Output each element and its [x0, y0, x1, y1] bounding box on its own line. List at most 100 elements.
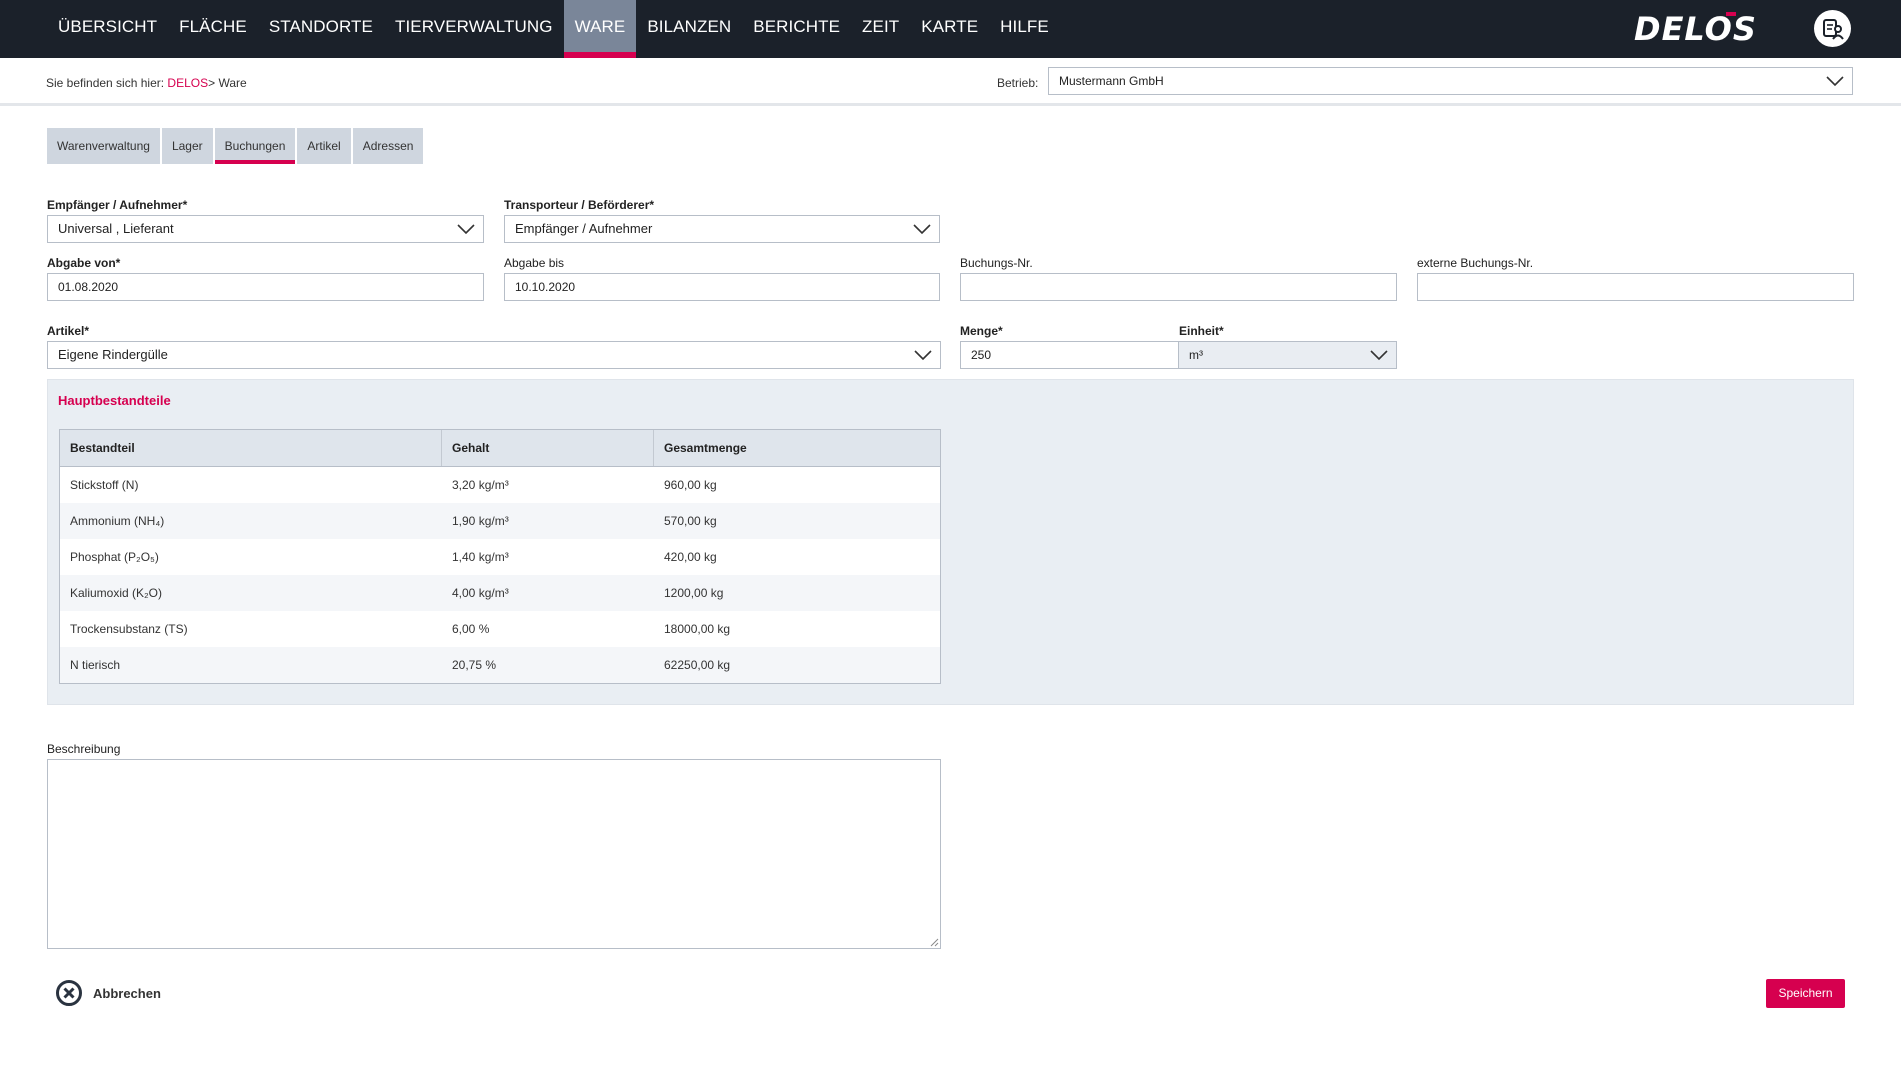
user-profile-button[interactable]	[1814, 10, 1851, 47]
abgabe-bis-input[interactable]: 10.10.2020	[504, 273, 940, 301]
externe-buchungs-nr-label: externe Buchungs-Nr.	[1417, 256, 1534, 270]
abgabe-von-input[interactable]: 01.08.2020	[47, 273, 484, 301]
cell-gesamtmenge: 420,00 kg	[664, 550, 717, 564]
transporteur-select[interactable]: Empfänger / Aufnehmer	[504, 215, 940, 243]
tab-artikel[interactable]: Artikel	[297, 128, 351, 164]
betrieb-value: Mustermann GmbH	[1059, 74, 1164, 88]
transporteur-label: Transporteur / Beförderer*	[504, 198, 655, 212]
nav-item-zeit[interactable]: ZEIT	[851, 0, 910, 58]
nav-item-uebersicht[interactable]: ÜBERSICHT	[47, 0, 168, 58]
cell-gehalt: 1,90 kg/m³	[452, 514, 509, 528]
nav-item-hilfe[interactable]: HILFE	[989, 0, 1060, 58]
chevron-down-icon	[457, 224, 475, 235]
nav-item-karte[interactable]: KARTE	[910, 0, 989, 58]
cell-gesamtmenge: 62250,00 kg	[664, 658, 731, 672]
cell-bestandteil: Stickstoff (N)	[70, 478, 139, 492]
nav-item-bilanzen[interactable]: BILANZEN	[636, 0, 742, 58]
cell-gehalt: 6,00 %	[452, 622, 490, 636]
betrieb-label: Betrieb:	[997, 76, 1039, 90]
cell-gehalt: 4,00 kg/m³	[452, 586, 509, 600]
tab-buchungen[interactable]: Buchungen	[214, 128, 296, 164]
tab-warenverwaltung[interactable]: Warenverwaltung	[47, 128, 160, 164]
table-row: Phosphat (P₂O₅) 1,40 kg/m³ 420,00 kg	[60, 539, 940, 575]
cell-gesamtmenge: 1200,00 kg	[664, 586, 724, 600]
breadcrumb-link-delos[interactable]: DELOS	[167, 76, 208, 90]
breadcrumb-separator: >	[208, 76, 216, 90]
chevron-down-icon	[1370, 350, 1388, 361]
chevron-down-icon	[914, 350, 932, 361]
main-menu: ÜBERSICHT FLÄCHE STANDORTE TIERVERWALTUN…	[47, 0, 1060, 58]
artikel-value: Eigene Rindergülle	[58, 347, 168, 362]
table-header: Bestandteil Gehalt Gesamtmenge	[60, 430, 940, 467]
column-header-gehalt[interactable]: Gehalt	[442, 430, 654, 466]
einheit-label: Einheit*	[1179, 324, 1224, 338]
hauptbestandteile-table: Bestandteil Gehalt Gesamtmenge Stickstof…	[59, 429, 941, 684]
chevron-down-icon	[913, 224, 931, 235]
abgabe-von-label: Abgabe von*	[47, 256, 121, 270]
cell-bestandteil: N tierisch	[70, 658, 121, 672]
empfaenger-label: Empfänger / Aufnehmer*	[47, 198, 188, 212]
save-button[interactable]: Speichern	[1766, 979, 1845, 1008]
cell-bestandteil: Phosphat (P₂O₅)	[70, 550, 159, 564]
table-row: Ammonium (NH₄) 1,90 kg/m³ 570,00 kg	[60, 503, 940, 539]
tab-lager[interactable]: Lager	[161, 128, 213, 164]
beschreibung-label: Beschreibung	[47, 742, 121, 756]
cell-bestandteil: Trockensubstanz (TS)	[70, 622, 188, 636]
beschreibung-textarea[interactable]	[47, 759, 941, 949]
buchungs-nr-input[interactable]	[960, 273, 1397, 301]
empfaenger-select[interactable]: Universal , Lieferant	[47, 215, 484, 243]
cell-bestandteil: Ammonium (NH₄)	[70, 514, 165, 528]
einheit-select[interactable]: m³	[1178, 341, 1397, 369]
cell-gehalt: 1,40 kg/m³	[452, 550, 509, 564]
cell-gesamtmenge: 18000,00 kg	[664, 622, 731, 636]
user-profile-icon	[1822, 18, 1844, 40]
table-row: Trockensubstanz (TS) 6,00 % 18000,00 kg	[60, 611, 940, 647]
cell-gehalt: 20,75 %	[452, 658, 497, 672]
delos-logo[interactable]: DELOS	[1634, 10, 1790, 46]
tab-adressen[interactable]: Adressen	[352, 128, 424, 164]
abgabe-bis-value: 10.10.2020	[515, 280, 576, 294]
abgabe-von-value: 01.08.2020	[58, 280, 119, 294]
table-row: Kaliumoxid (K₂O) 4,00 kg/m³ 1200,00 kg	[60, 575, 940, 611]
empfaenger-value: Universal , Lieferant	[58, 221, 174, 236]
cell-bestandteil: Kaliumoxid (K₂O)	[70, 586, 163, 600]
chevron-down-icon	[1826, 76, 1844, 87]
menge-input[interactable]: 250	[960, 341, 1179, 369]
einheit-value: m³	[1189, 348, 1203, 362]
logo-text: DELOS	[1634, 10, 1757, 46]
cell-gesamtmenge: 570,00 kg	[664, 514, 717, 528]
cell-gesamtmenge: 960,00 kg	[664, 478, 717, 492]
artikel-label: Artikel*	[47, 324, 90, 338]
nav-item-flaeche[interactable]: FLÄCHE	[168, 0, 258, 58]
nav-item-standorte[interactable]: STANDORTE	[258, 0, 384, 58]
resize-handle-icon[interactable]	[929, 937, 939, 947]
cancel-label: Abbrechen	[93, 985, 161, 1001]
betrieb-select[interactable]: Mustermann GmbH	[1048, 67, 1853, 95]
table-body: Stickstoff (N) 3,20 kg/m³ 960,00 kg Ammo…	[60, 467, 940, 683]
table-row: Stickstoff (N) 3,20 kg/m³ 960,00 kg	[60, 467, 940, 503]
menge-value: 250	[971, 348, 992, 362]
transporteur-value: Empfänger / Aufnehmer	[515, 221, 653, 236]
logo-accent	[1726, 12, 1736, 16]
column-header-gesamtmenge[interactable]: Gesamtmenge	[654, 430, 940, 466]
externe-buchungs-nr-input[interactable]	[1417, 273, 1854, 301]
breadcrumb-bar: Sie befinden sich hier: DELOS> Ware Betr…	[0, 58, 1901, 106]
hauptbestandteile-title: Hauptbestandteile	[58, 393, 171, 408]
close-circle-icon	[56, 980, 82, 1006]
hauptbestandteile-panel: Hauptbestandteile Bestandteil Gehalt Ges…	[47, 379, 1854, 705]
nav-item-tierverwaltung[interactable]: TIERVERWALTUNG	[384, 0, 564, 58]
column-header-bestandteil[interactable]: Bestandteil	[60, 430, 442, 466]
cancel-button[interactable]: Abbrechen	[55, 979, 161, 1007]
nav-item-berichte[interactable]: BERICHTE	[742, 0, 851, 58]
cell-gehalt: 3,20 kg/m³	[452, 478, 509, 492]
artikel-select[interactable]: Eigene Rindergülle	[47, 341, 941, 369]
nav-item-ware[interactable]: WARE	[563, 0, 637, 58]
buchungs-nr-label: Buchungs-Nr.	[960, 256, 1033, 270]
abgabe-bis-label: Abgabe bis	[504, 256, 565, 270]
table-row: N tierisch 20,75 % 62250,00 kg	[60, 647, 940, 683]
breadcrumb-prefix: Sie befinden sich hier:	[46, 76, 165, 90]
breadcrumb-current: Ware	[218, 76, 247, 90]
sub-tabs: Warenverwaltung Lager Buchungen Artikel …	[47, 128, 424, 164]
top-navigation: ÜBERSICHT FLÄCHE STANDORTE TIERVERWALTUN…	[0, 0, 1901, 58]
breadcrumb: Sie befinden sich hier: DELOS> Ware	[46, 76, 247, 90]
